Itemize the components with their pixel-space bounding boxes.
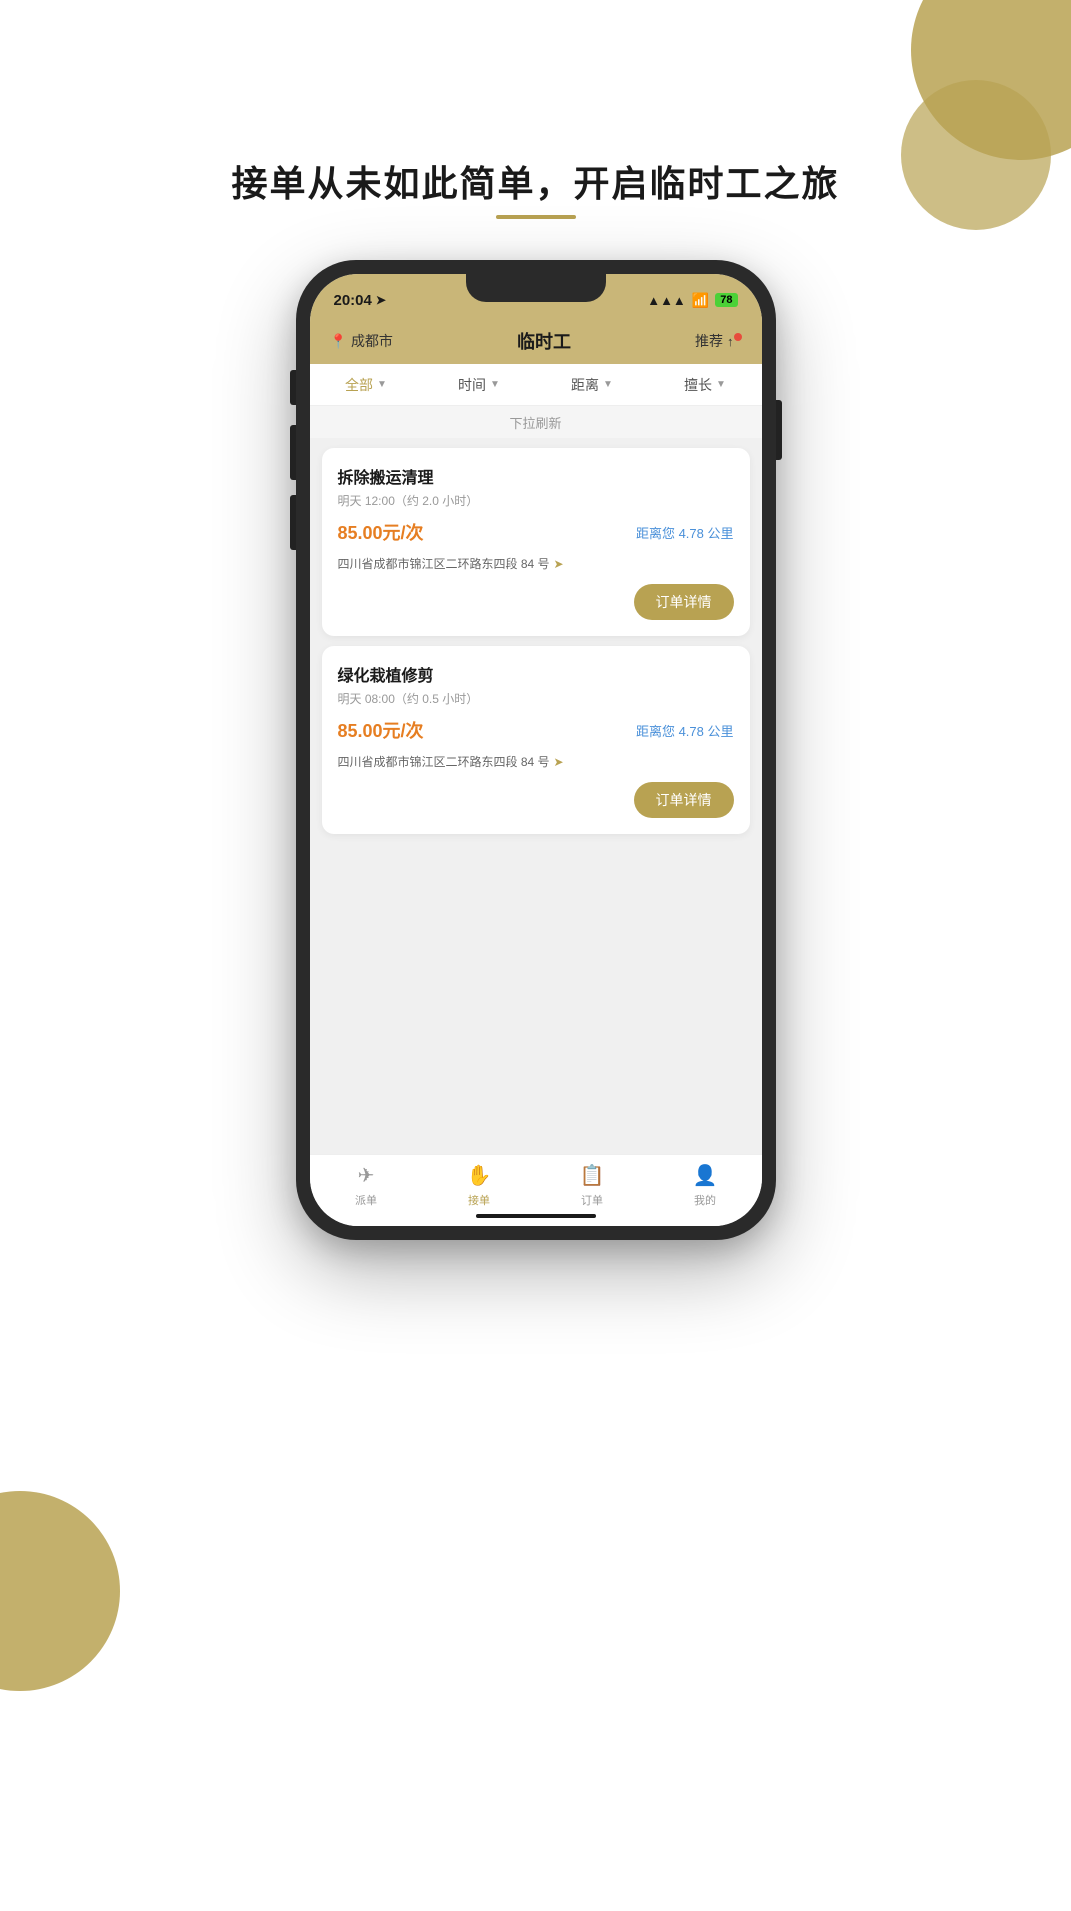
order-icon: 📋 [580,1163,605,1188]
nav-item-orders[interactable]: 📋 订单 [536,1163,649,1208]
filter-time[interactable]: 时间 ▼ [423,375,536,395]
receive-icon: ✋ [467,1163,492,1188]
volume-down-button [290,495,296,550]
job-card-1: 拆除搬运清理 明天 12:00（约 2.0 小时） 85.00元/次 距离您 4… [322,448,750,636]
nav-item-profile[interactable]: 👤 我的 [649,1163,762,1208]
location-pin-icon: 📍 [330,333,347,350]
volume-up-button [290,425,296,480]
job-distance-2: 距离您 4.78 公里 [636,721,734,740]
job-address-text-1: 四川省成都市锦江区二环路东四段 84 号 ➤ [338,555,564,572]
filter-skill[interactable]: 擅长 ▼ [649,375,762,395]
job-card-2: 绿化栽植修剪 明天 08:00（约 0.5 小时） 85.00元/次 距离您 4… [322,646,750,834]
filter-bar: 全部 ▼ 时间 ▼ 距离 ▼ 擅长 ▼ [310,364,762,406]
filter-all-arrow: ▼ [377,379,387,390]
home-indicator [476,1214,596,1218]
phone-screen: 20:04 ➤ ▲▲▲ 📶 78 📍 成都市 临时工 推荐 ↑ [310,274,762,1226]
navigate-icon-1: ➤ [554,557,564,571]
notification-dot [734,333,742,341]
signal-icon: ▲▲▲ [647,293,686,308]
job-title-1: 拆除搬运清理 [338,464,734,488]
phone-notch [466,274,606,302]
nav-label-profile: 我的 [694,1192,716,1208]
job-address-row-1: 四川省成都市锦江区二环路东四段 84 号 ➤ [338,555,734,572]
phone-mockup: 20:04 ➤ ▲▲▲ 📶 78 📍 成都市 临时工 推荐 ↑ [296,260,776,1240]
job-title-2: 绿化栽植修剪 [338,662,734,686]
filter-skill-label: 擅长 [684,375,712,395]
pull-refresh-label: 下拉刷新 [509,413,561,432]
filter-skill-arrow: ▼ [716,379,726,390]
job-distance-1: 距离您 4.78 公里 [636,523,734,542]
job-price-row-2: 85.00元/次 距离您 4.78 公里 [338,717,734,743]
headline-divider [496,215,576,219]
location-selector[interactable]: 📍 成都市 [330,331,393,351]
nav-label-receive: 接单 [468,1192,490,1208]
job-price-row-1: 85.00元/次 距离您 4.78 公里 [338,519,734,545]
recommend-button[interactable]: 推荐 ↑ [695,331,742,351]
filter-time-label: 时间 [458,375,486,395]
job-price-1: 85.00元/次 [338,519,424,545]
page-headline: 接单从未如此简单，开启临时工之旅 [0,155,1071,207]
recommend-label: 推荐 [695,331,723,351]
app-title: 临时工 [517,328,571,354]
job-price-2: 85.00元/次 [338,717,424,743]
filter-all[interactable]: 全部 ▼ [310,375,423,395]
filter-distance-arrow: ▼ [603,379,613,390]
job-list: 拆除搬运清理 明天 12:00（约 2.0 小时） 85.00元/次 距离您 4… [310,438,762,1154]
filter-distance-label: 距离 [571,375,599,395]
job-time-1: 明天 12:00（约 2.0 小时） [338,492,734,509]
filter-distance[interactable]: 距离 ▼ [536,375,649,395]
pull-to-refresh: 下拉刷新 [310,406,762,438]
decoration-circle-bottom-left [0,1491,120,1691]
app-header: 📍 成都市 临时工 推荐 ↑ [310,318,762,364]
nav-item-receive[interactable]: ✋ 接单 [423,1163,536,1208]
clock: 20:04 [334,292,372,309]
job-address-2: 四川省成都市锦江区二环路东四段 84 号 [338,753,550,770]
job-time-2: 明天 08:00（约 0.5 小时） [338,690,734,707]
job-address-text-2: 四川省成都市锦江区二环路东四段 84 号 ➤ [338,753,564,770]
nav-label-dispatch: 派单 [355,1192,377,1208]
filter-all-label: 全部 [345,375,373,395]
status-time: 20:04 ➤ [334,292,386,309]
send-icon: ✈ [358,1163,375,1188]
navigate-icon-2: ➤ [554,755,564,769]
silent-button [290,370,296,405]
status-icons: ▲▲▲ 📶 78 [647,292,737,309]
profile-icon: 👤 [693,1163,718,1188]
city-name: 成都市 [351,331,393,351]
location-arrow-icon: ➤ [376,293,386,307]
detail-button-2[interactable]: 订单详情 [634,782,734,818]
nav-item-dispatch[interactable]: ✈ 派单 [310,1163,423,1208]
detail-button-1[interactable]: 订单详情 [634,584,734,620]
filter-time-arrow: ▼ [490,379,500,390]
job-address-1: 四川省成都市锦江区二环路东四段 84 号 [338,555,550,572]
nav-label-orders: 订单 [581,1192,603,1208]
wifi-icon: 📶 [692,292,709,309]
battery-indicator: 78 [715,293,737,307]
job-address-row-2: 四川省成都市锦江区二环路东四段 84 号 ➤ [338,753,734,770]
phone-shell: 20:04 ➤ ▲▲▲ 📶 78 📍 成都市 临时工 推荐 ↑ [296,260,776,1240]
power-button [776,400,782,460]
